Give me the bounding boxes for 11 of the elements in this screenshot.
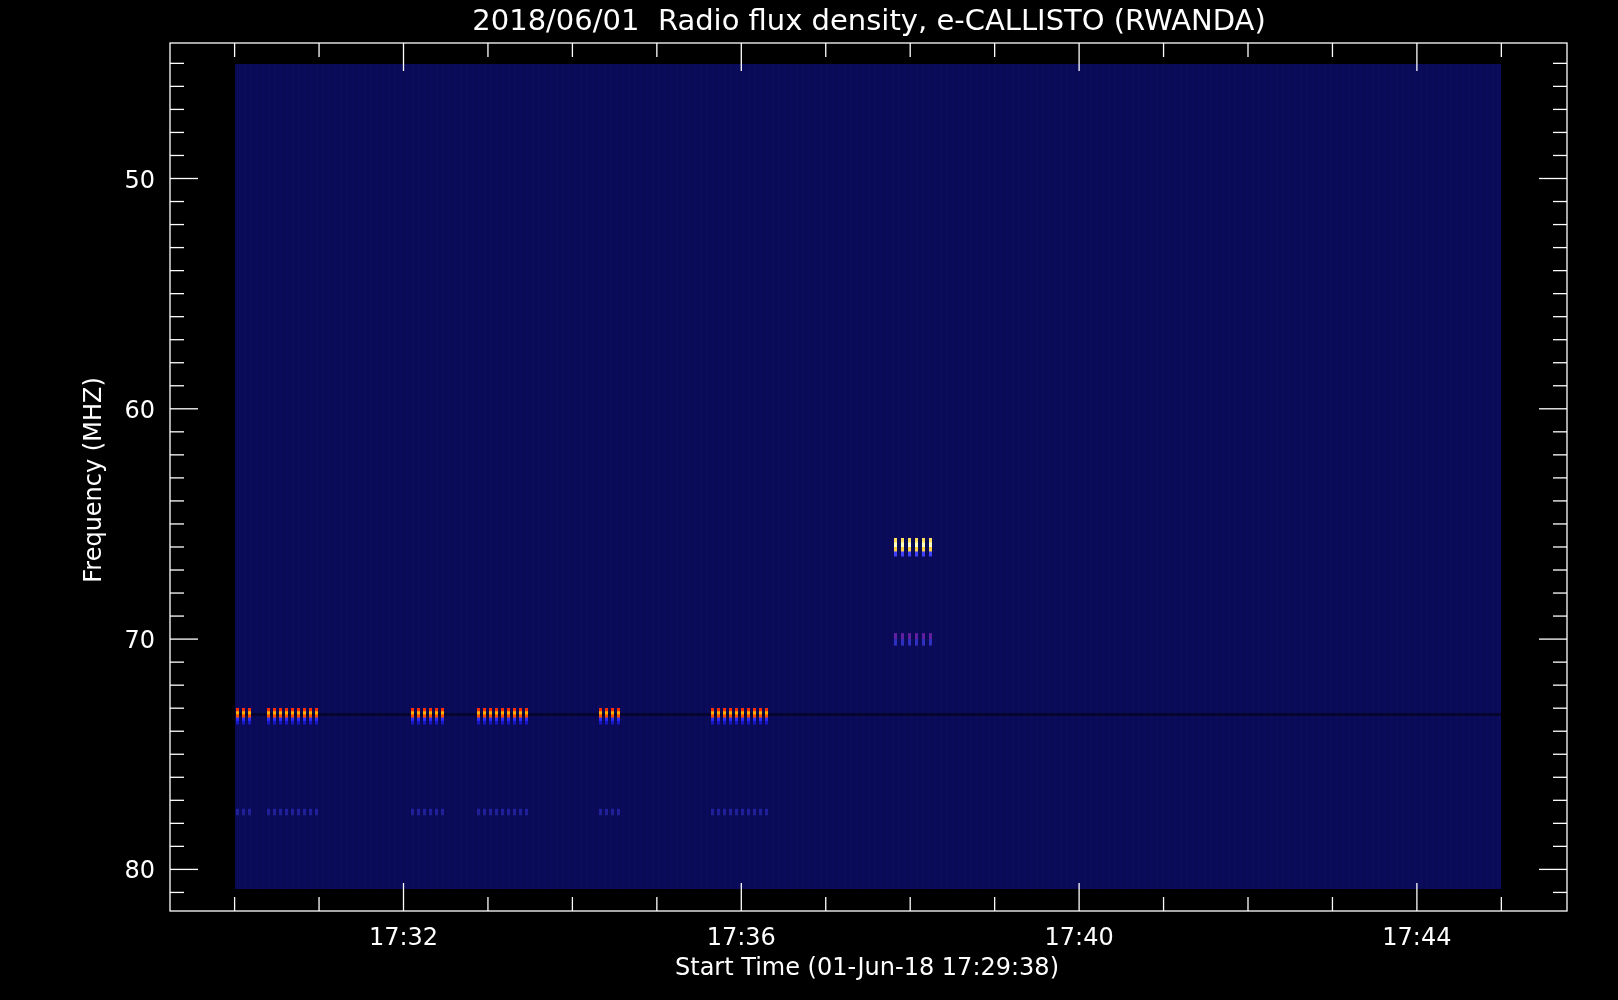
tick-label: 70 [124, 626, 155, 655]
tick-label: 60 [124, 395, 155, 424]
tick-label: 17:36 [706, 923, 776, 951]
tick-label: 50 [124, 165, 155, 194]
tick-label: 17:40 [1044, 923, 1114, 951]
axis-label: Start Time (01-Jun-18 17:29:38) [675, 953, 1059, 981]
tick-label: 17:32 [368, 923, 439, 951]
plot-title: 2018/06/01 Radio flux density, e-CALLISTO (RWANDA) [472, 3, 1266, 37]
axis-label: Frequency (MHZ) [79, 377, 107, 583]
tick-label: 17:44 [1382, 923, 1452, 951]
tick-label: 80 [124, 856, 155, 885]
